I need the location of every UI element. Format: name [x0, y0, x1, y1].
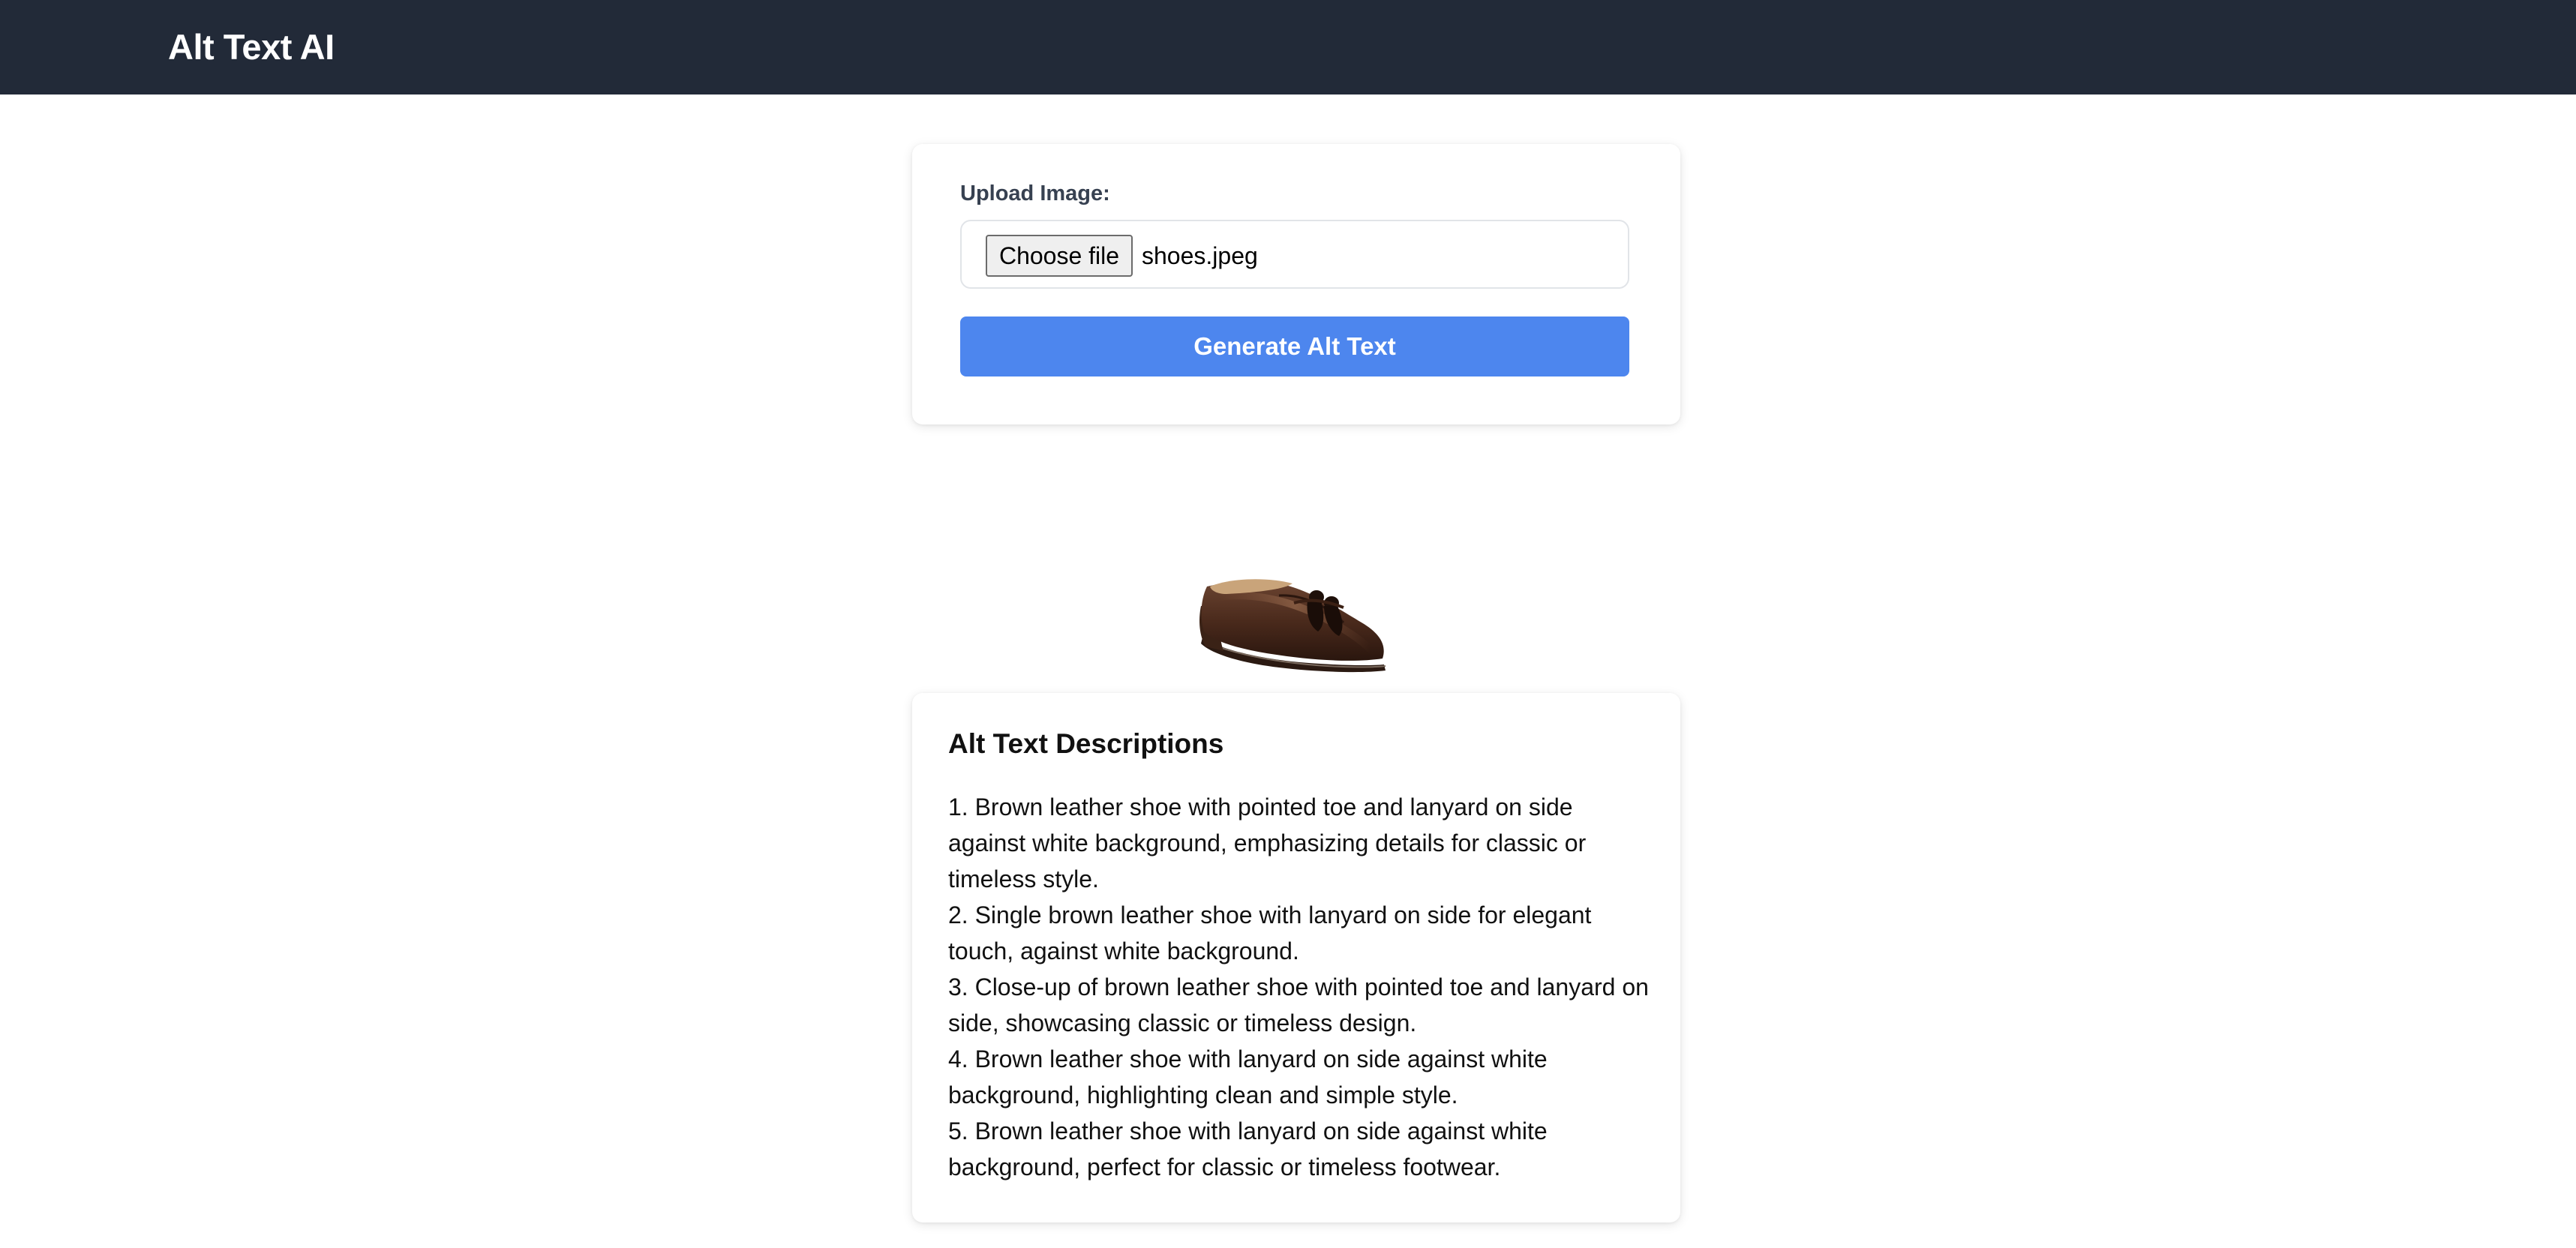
upload-card: Upload Image: Choose file shoes.jpeg Gen… — [912, 144, 1680, 424]
generate-alt-text-button[interactable]: Generate Alt Text — [960, 316, 1629, 376]
alt-text-item: 1. Brown leather shoe with pointed toe a… — [948, 794, 1587, 892]
alt-text-item: 4. Brown leather shoe with lanyard on si… — [948, 1046, 1548, 1108]
alt-text-results-card: Alt Text Descriptions 1. Brown leather s… — [912, 693, 1680, 1222]
alt-text-list: 1. Brown leather shoe with pointed toe a… — [948, 789, 1653, 1185]
alt-text-item: 2. Single brown leather shoe with lanyar… — [948, 902, 1592, 964]
file-input-field[interactable]: Choose file shoes.jpeg — [960, 220, 1629, 289]
selected-file-name: shoes.jpeg — [1142, 242, 1258, 269]
results-title: Alt Text Descriptions — [948, 728, 1224, 759]
top-navbar: Alt Text AI — [0, 0, 2576, 94]
choose-file-button[interactable]: Choose file — [986, 235, 1133, 277]
upload-image-label: Upload Image: — [960, 182, 1110, 206]
app-title: Alt Text AI — [168, 27, 335, 67]
alt-text-item: 5. Brown leather shoe with lanyard on si… — [948, 1118, 1548, 1180]
uploaded-image-preview — [1196, 554, 1393, 674]
shoe-image — [1199, 579, 1386, 673]
alt-text-item: 3. Close-up of brown leather shoe with p… — [948, 974, 1649, 1036]
